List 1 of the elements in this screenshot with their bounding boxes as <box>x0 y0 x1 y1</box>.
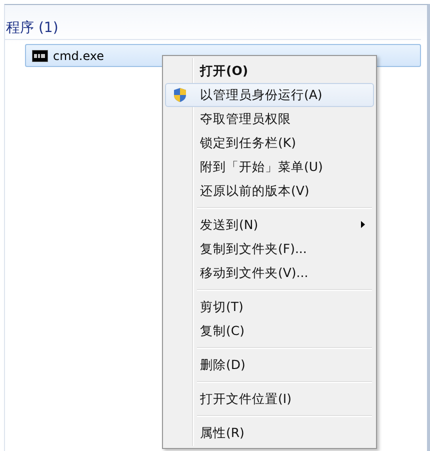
section-title: 程序 (1) <box>5 19 58 37</box>
